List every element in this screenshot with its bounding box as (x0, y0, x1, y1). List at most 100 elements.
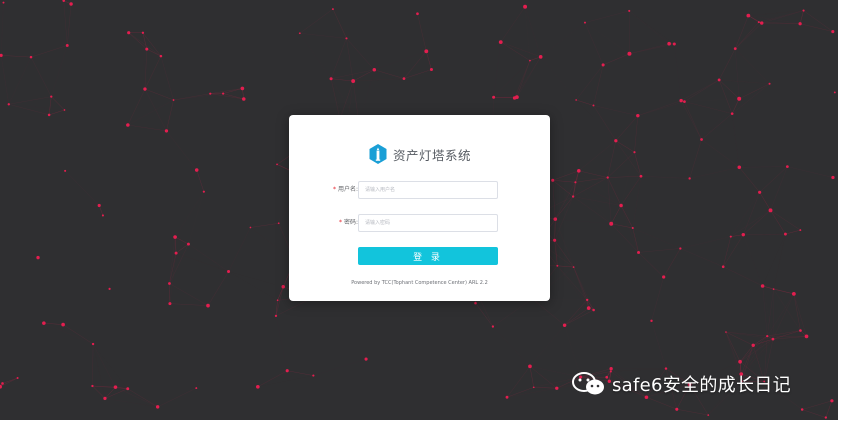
network-dot (195, 387, 198, 390)
network-dot (103, 396, 107, 401)
network-dot (402, 77, 406, 80)
login-card: 资产灯塔系统 *用户名: *密码: 登 录 Powered by TCC(Top… (289, 115, 550, 301)
network-dot (758, 190, 762, 194)
network-dot (672, 42, 676, 46)
network-dot (65, 44, 69, 47)
network-dot (631, 226, 634, 230)
network-dot (614, 139, 618, 143)
network-dot (159, 54, 163, 58)
username-row: * 用户名: (289, 181, 550, 199)
network-dot (372, 68, 377, 72)
network-dot (562, 323, 567, 327)
network-dot (688, 177, 691, 180)
network-dot (577, 169, 581, 173)
network-dot (700, 138, 703, 141)
network-dot (274, 314, 278, 317)
network-dot (345, 37, 348, 40)
powered-by-text: Powered by TCC(Tophant Competence Center… (351, 280, 488, 286)
network-dot (768, 208, 773, 213)
network-dot (168, 282, 171, 285)
network-dot (583, 21, 586, 24)
network-dot (798, 22, 802, 26)
network-dot (63, 109, 66, 111)
network-dot (729, 235, 732, 238)
network-dot (91, 342, 95, 346)
network-dot (575, 99, 577, 101)
network-dot (64, 169, 67, 172)
network-dot (429, 68, 433, 72)
password-input[interactable] (358, 214, 498, 232)
network-dot (751, 343, 755, 347)
username-label-text: 用户名: (337, 186, 358, 193)
network-dot (285, 369, 289, 373)
network-dot (683, 100, 686, 104)
network-dot (633, 151, 636, 154)
network-dot (69, 2, 73, 6)
network-dot (491, 325, 495, 328)
network-dot (523, 4, 528, 9)
network-dot (737, 165, 742, 170)
network-dot (833, 91, 836, 94)
app-title: 资产灯塔系统 (392, 147, 471, 163)
network-dot (168, 302, 172, 306)
wechat-watermark: safe6安全的成长日记 (571, 370, 791, 398)
login-button[interactable]: 登 录 (358, 247, 498, 265)
network-dot (16, 377, 19, 380)
network-dot (202, 190, 205, 193)
network-dot (227, 270, 231, 274)
username-label: * 用户名: (333, 181, 358, 199)
network-dot (741, 232, 746, 237)
network-dot (831, 175, 835, 180)
wechat-icon (572, 372, 604, 395)
network-dot (36, 255, 40, 260)
network-dot (298, 32, 301, 35)
network-dot (759, 21, 764, 25)
network-dot (639, 174, 643, 178)
password-label: * 密码: (339, 214, 358, 232)
network-dot (276, 163, 278, 166)
brand-header: 资产灯塔系统 (289, 143, 550, 165)
network-dot (141, 31, 145, 34)
network-dot (143, 87, 147, 91)
network-dot (799, 229, 802, 232)
network-dot (164, 129, 169, 133)
network-dot (586, 306, 591, 310)
network-dot (351, 79, 356, 83)
network-dot (574, 181, 577, 184)
network-dot (830, 399, 834, 403)
network-dot (174, 251, 178, 255)
network-dot (675, 407, 679, 411)
network-dot (50, 95, 53, 98)
network-dot (1, 382, 4, 385)
network-dot (802, 9, 805, 12)
network-dot (126, 123, 130, 127)
network-dot (679, 98, 683, 103)
network-dot (799, 329, 802, 332)
network-dot (126, 387, 130, 391)
network-dot (424, 49, 429, 54)
network-dot (628, 9, 631, 12)
network-dot (240, 86, 245, 91)
required-mark: * (338, 219, 342, 226)
network-dot (804, 334, 809, 339)
network-dot (155, 405, 160, 409)
network-dot (62, 0, 66, 2)
network-dot (800, 408, 804, 411)
network-dot (768, 82, 771, 85)
network-dot (29, 55, 33, 59)
network-dot (0, 53, 3, 57)
network-dot (572, 266, 575, 268)
network-dot (637, 250, 641, 254)
network-dot (2, 1, 5, 4)
network-dot (498, 40, 503, 44)
network-dot (650, 319, 653, 323)
network-dot (194, 168, 199, 172)
network-dot (746, 13, 751, 18)
network-dot (255, 384, 260, 389)
network-dot (737, 96, 742, 101)
network-dot (242, 97, 246, 101)
network-dot (532, 386, 535, 389)
network-dot (209, 92, 212, 95)
network-dot (766, 334, 769, 338)
username-input[interactable] (358, 181, 498, 199)
